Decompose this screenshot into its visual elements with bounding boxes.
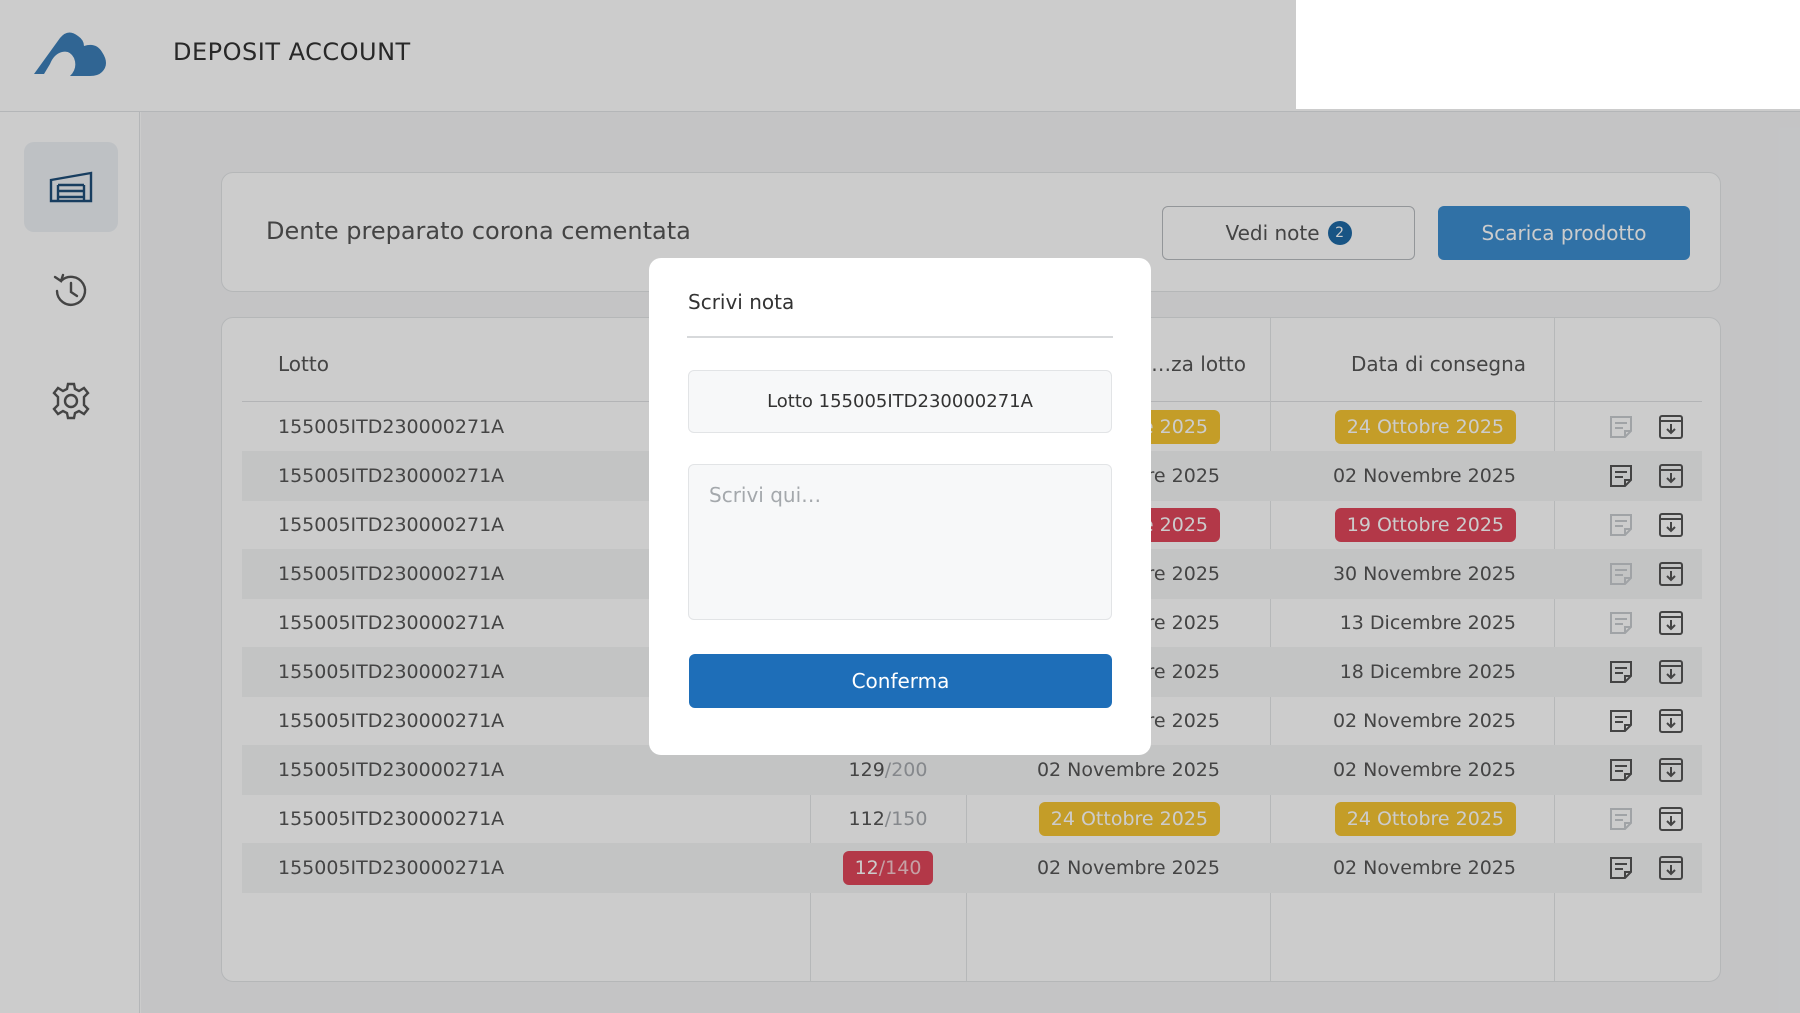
modal-divider — [687, 336, 1113, 338]
note-textarea[interactable] — [688, 464, 1112, 620]
lot-display-field: Lotto 155005ITD230000271A — [688, 370, 1112, 433]
confirm-button[interactable]: Conferma — [689, 654, 1112, 708]
modal-title: Scrivi nota — [688, 290, 795, 314]
app-root: DEPOSIT ACCOUNT Dente preparato corona c… — [0, 0, 1800, 1013]
write-note-modal: Scrivi nota Lotto 155005ITD230000271A Co… — [649, 258, 1151, 755]
header-right-panel — [1296, 0, 1800, 109]
